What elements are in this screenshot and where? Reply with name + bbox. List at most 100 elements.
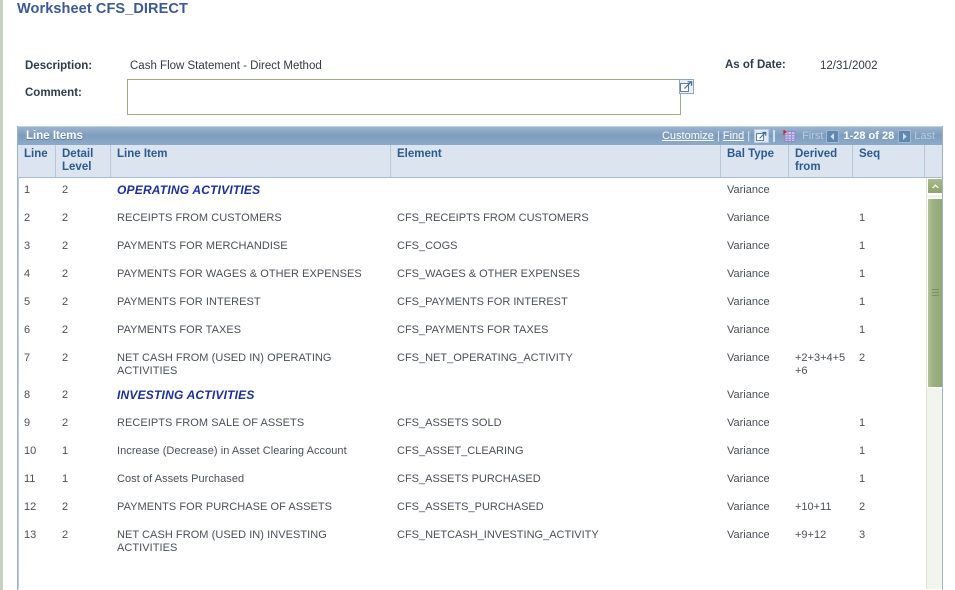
column-header-seq[interactable]: Seq xyxy=(853,145,925,177)
cell-item: PAYMENTS FOR PURCHASE OF ASSETS xyxy=(117,501,333,513)
cell-bal: Variance xyxy=(727,212,770,224)
cell-seq: 1 xyxy=(859,473,866,485)
table-row[interactable]: 11 1 Cost of Assets Purchased CFS_ASSETS PU… xyxy=(18,467,942,495)
cell-item: NET CASH FROM (USED IN) OPERATING ACTIVI… xyxy=(117,352,332,377)
cell-element xyxy=(391,383,721,393)
cell-element: CFS_COGS xyxy=(397,240,458,252)
table-row[interactable]: 13 2 NET CASH FROM (USED IN) INVESTING ACT… xyxy=(18,523,942,560)
table-row[interactable]: 8 2 INVESTING ACTIVITIES Variance xyxy=(18,383,942,411)
table-row[interactable]: 7 2 NET CASH FROM (USED IN) OPERATING ACTI… xyxy=(18,346,942,383)
customize-link[interactable]: Customize xyxy=(662,130,714,142)
cell-seq: 1 xyxy=(859,240,866,252)
column-header-detail-label-2: Level xyxy=(62,161,92,173)
cell-line: 10 xyxy=(24,445,37,457)
cell-item: OPERATING ACTIVITIES xyxy=(117,183,261,197)
cell-detail: 2 xyxy=(62,352,69,364)
column-header-bal-type-label: Bal Type xyxy=(727,148,775,160)
table-row[interactable]: 6 2 PAYMENTS FOR TAXES CFS_PAYMENTS FOR TAX… xyxy=(18,318,942,346)
cell-bal: Variance xyxy=(727,389,770,401)
last-link: Last xyxy=(914,130,935,142)
first-link: First xyxy=(802,130,824,142)
cell-bal: Variance xyxy=(727,501,770,513)
cell-derived xyxy=(789,318,853,328)
cell-item: RECEIPTS FROM SALE OF ASSETS xyxy=(117,417,305,429)
cell-element: CFS_ASSETS SOLD xyxy=(397,417,502,429)
table-row[interactable]: 5 2 PAYMENTS FOR INTEREST CFS_PAYMENTS FOR … xyxy=(18,290,942,318)
column-header-element-label: Element xyxy=(397,148,442,160)
cell-line: 1 xyxy=(24,184,31,196)
as-of-date-label: As of Date: xyxy=(725,59,786,71)
cell-detail: 1 xyxy=(62,473,69,485)
cell-bal: Variance xyxy=(727,268,770,280)
table-row[interactable]: 12 2 PAYMENTS FOR PURCHASE OF ASSETS CFS_AS… xyxy=(18,495,942,523)
column-header-line-item[interactable]: Line Item xyxy=(111,145,391,177)
cell-derived xyxy=(789,262,853,272)
cell-bal: Variance xyxy=(727,473,770,485)
cell-item: PAYMENTS FOR WAGES & OTHER EXPENSES xyxy=(117,268,362,280)
grid-rows: 1 2 OPERATING ACTIVITIES Variance 2 2 RECEIPTS… xyxy=(18,178,942,560)
column-header-derived-from[interactable]: Derived from xyxy=(789,145,853,177)
cell-seq xyxy=(853,383,925,393)
cell-bal: Variance xyxy=(727,184,770,196)
previous-page-button[interactable] xyxy=(826,129,840,143)
cell-detail: 2 xyxy=(62,417,69,429)
grid-title: Line Items xyxy=(26,130,83,142)
cell-derived xyxy=(789,234,853,244)
cell-derived xyxy=(789,439,853,449)
table-row[interactable]: 2 2 RECEIPTS FROM CUSTOMERS CFS_RECEIPTS FR… xyxy=(18,206,942,234)
line-items-grid: Line Items Customize | Find | First 1-28… xyxy=(17,126,943,590)
cell-seq: 1 xyxy=(859,268,866,280)
cell-detail: 2 xyxy=(62,529,69,541)
cell-seq: 1 xyxy=(859,212,866,224)
column-header-element[interactable]: Element xyxy=(391,145,721,177)
cell-derived xyxy=(789,411,853,421)
column-header-bal-type[interactable]: Bal Type xyxy=(721,145,789,177)
table-row[interactable]: 3 2 PAYMENTS FOR MERCHANDISE CFS_COGS Varian… xyxy=(18,234,942,262)
cell-derived xyxy=(789,206,853,216)
table-row[interactable]: 4 2 PAYMENTS FOR WAGES & OTHER EXPENSES CFS… xyxy=(18,262,942,290)
grid-vertical-scrollbar[interactable] xyxy=(926,178,942,589)
cell-seq: 3 xyxy=(859,529,866,541)
cell-item: Cost of Assets Purchased xyxy=(117,473,245,485)
find-link[interactable]: Find xyxy=(723,130,744,142)
cell-detail: 2 xyxy=(62,501,69,513)
download-to-excel-icon[interactable] xyxy=(781,129,797,144)
comment-input[interactable] xyxy=(127,79,681,115)
cell-derived xyxy=(789,383,853,393)
cell-seq: 2 xyxy=(859,501,866,513)
cell-bal: Variance xyxy=(727,445,770,457)
cell-detail: 2 xyxy=(62,296,69,308)
cell-line: 9 xyxy=(24,417,31,429)
cell-item: INVESTING ACTIVITIES xyxy=(117,388,255,402)
cell-derived: +10+11 xyxy=(795,501,832,513)
next-page-button[interactable] xyxy=(898,129,912,143)
scroll-thumb[interactable] xyxy=(927,198,942,388)
cell-element: CFS_WAGES & OTHER EXPENSES xyxy=(397,268,580,280)
column-header-line-item-label: Line Item xyxy=(117,148,168,160)
cell-bal: Variance xyxy=(727,529,770,541)
page-title: Worksheet CFS_DIRECT xyxy=(17,1,188,17)
expand-zoom-icon[interactable] xyxy=(679,79,694,94)
row-counter: 1-28 of 28 xyxy=(843,130,895,142)
cell-item: PAYMENTS FOR INTEREST xyxy=(117,296,261,308)
cell-bal: Variance xyxy=(727,240,770,252)
scroll-up-button[interactable] xyxy=(927,178,942,194)
cell-detail: 2 xyxy=(62,389,69,401)
expand-zoom-icon[interactable] xyxy=(754,129,770,143)
table-row[interactable]: 10 1 Increase (Decrease) in Asset Clearing… xyxy=(18,439,942,467)
table-row[interactable]: 9 2 RECEIPTS FROM SALE OF ASSETS CFS_ASSETS… xyxy=(18,411,942,439)
cell-seq: 1 xyxy=(859,445,866,457)
grid-navigation-bar: Customize | Find | First 1-28 of 28 Last xyxy=(662,129,942,144)
cell-item: RECEIPTS FROM CUSTOMERS xyxy=(117,212,282,224)
cell-item: NET CASH FROM (USED IN) INVESTING ACTIVI… xyxy=(117,529,327,554)
column-header-detail-level[interactable]: Detail Level xyxy=(56,145,111,177)
column-header-line[interactable]: Line xyxy=(18,145,56,177)
nav-separator-1: | xyxy=(716,130,720,142)
cell-detail: 2 xyxy=(62,268,69,280)
table-row[interactable]: 1 2 OPERATING ACTIVITIES Variance xyxy=(18,178,942,206)
cell-seq: 2 xyxy=(859,352,866,364)
cell-item: PAYMENTS FOR MERCHANDISE xyxy=(117,240,288,252)
nav-divider xyxy=(773,130,776,142)
cell-line: 4 xyxy=(24,268,31,280)
cell-line: 12 xyxy=(24,501,37,513)
